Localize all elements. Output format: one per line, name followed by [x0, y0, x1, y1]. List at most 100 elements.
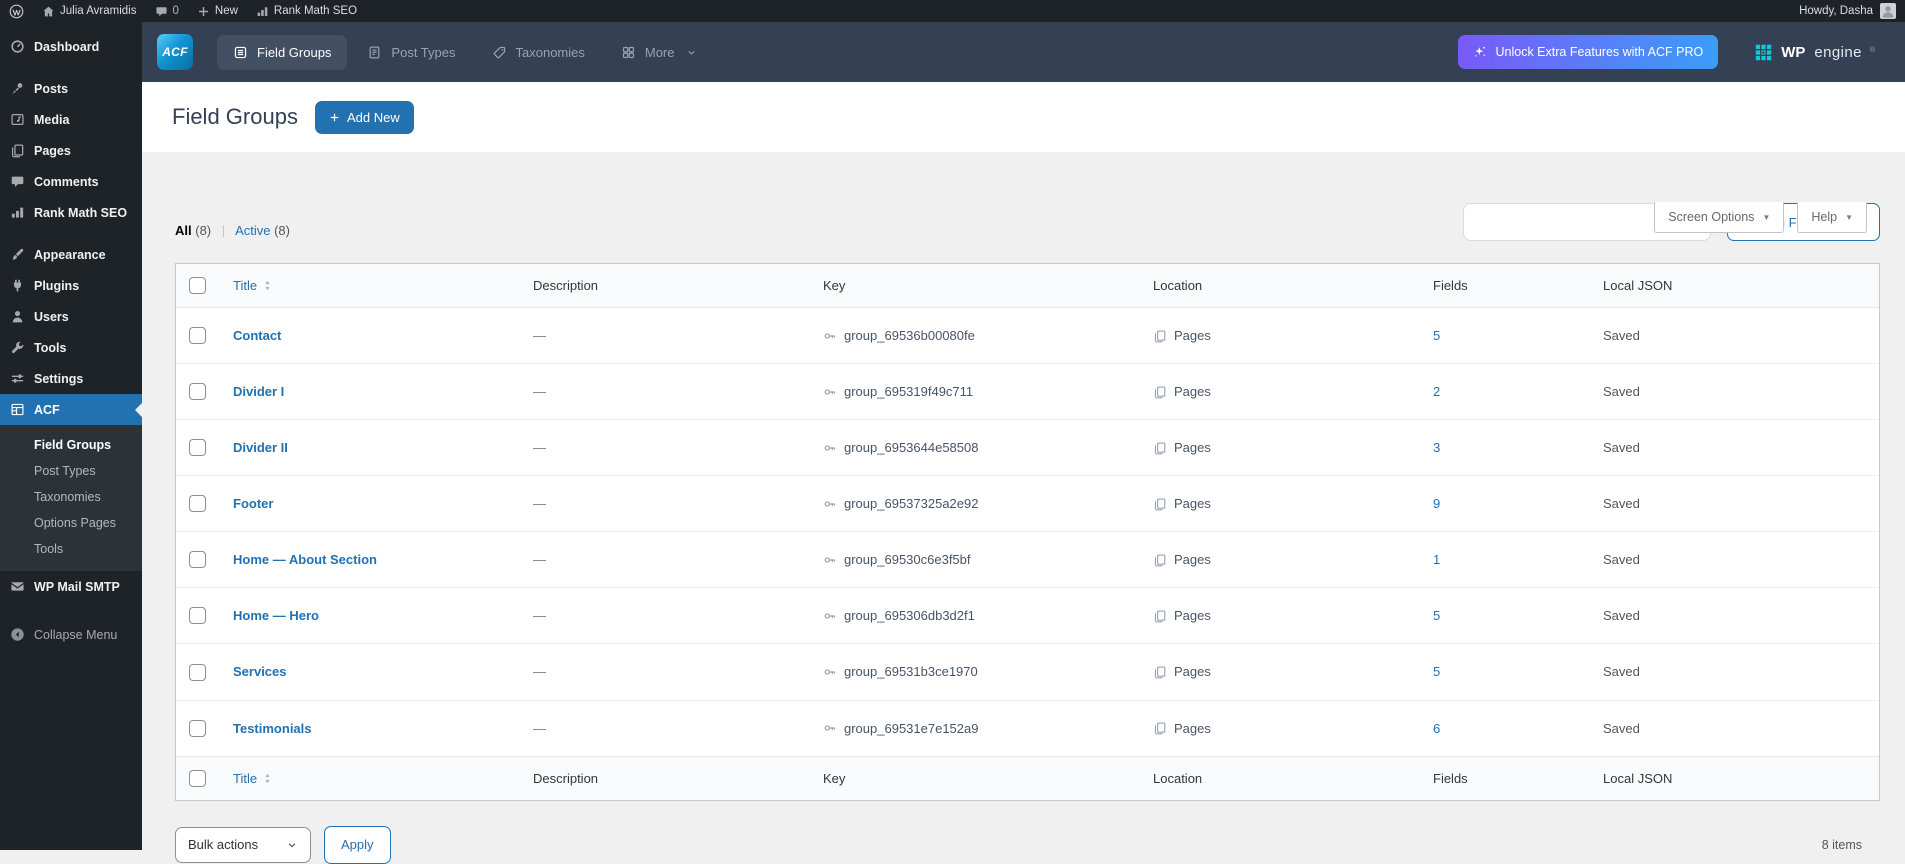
field-groups-table: TitleDescriptionKeyLocationFieldsLocal J…: [175, 263, 1880, 801]
sidebar-item-plugins[interactable]: Plugins: [0, 270, 142, 301]
comment-bubble-icon: [155, 5, 168, 18]
sidebar-item-rank-math-seo[interactable]: Rank Math SEO: [0, 197, 142, 228]
my-account-link[interactable]: Howdy, Dasha: [1790, 0, 1905, 22]
unlock-acf-pro-button[interactable]: Unlock Extra Features with ACF PRO: [1458, 35, 1719, 69]
sidebar-item-appearance[interactable]: Appearance: [0, 239, 142, 270]
bulk-actions-select[interactable]: Bulk actions: [175, 827, 311, 863]
column-header-local-json: Local JSON: [1593, 264, 1879, 308]
row-checkbox[interactable]: [189, 551, 206, 568]
sidebar-item-collapse-menu[interactable]: Collapse Menu: [0, 619, 142, 650]
table-row-contact: Contact—group_69536b00080fePages5Saved: [176, 308, 1879, 364]
select-all-checkbox[interactable]: [189, 277, 206, 294]
field-group-title-link[interactable]: Divider I: [233, 384, 284, 399]
fields-count-link[interactable]: 3: [1433, 440, 1440, 455]
chevron-down-icon: [686, 47, 697, 58]
row-checkbox[interactable]: [189, 439, 206, 456]
acf-submenu-item-taxonomies[interactable]: Taxonomies: [0, 484, 142, 510]
field-group-title-link[interactable]: Testimonials: [233, 721, 312, 736]
screen-options-button[interactable]: Screen Options ▼: [1654, 202, 1784, 233]
acf-submenu-item-options-pages[interactable]: Options Pages: [0, 510, 142, 536]
sort-by-title[interactable]: Title: [233, 278, 274, 293]
caret-down-icon: ▼: [1762, 213, 1770, 222]
key-icon: [823, 665, 837, 679]
add-new-button[interactable]: Add New: [315, 101, 414, 134]
row-checkbox[interactable]: [189, 495, 206, 512]
field-group-title-link[interactable]: Divider II: [233, 440, 288, 455]
key-icon: [823, 385, 837, 399]
sidebar-item-settings[interactable]: Settings: [0, 363, 142, 394]
help-button[interactable]: Help ▼: [1797, 202, 1867, 233]
site-name-link[interactable]: Julia Avramidis: [33, 0, 146, 22]
acf-tab-more[interactable]: More: [605, 35, 713, 70]
acf-submenu-item-tools[interactable]: Tools: [0, 536, 142, 562]
pages-icon: [1153, 441, 1167, 455]
sidebar-item-pages[interactable]: Pages: [0, 135, 142, 166]
sidebar-item-posts[interactable]: Posts: [0, 73, 142, 104]
new-content-link[interactable]: New: [188, 0, 247, 22]
location-value: Pages: [1174, 328, 1211, 343]
submenu-item-label: Options Pages: [34, 516, 116, 530]
field-group-title-link[interactable]: Services: [233, 664, 287, 679]
sidebar-item-dashboard[interactable]: Dashboard: [0, 31, 142, 62]
plugins-icon: [10, 278, 25, 293]
rank-math-link[interactable]: Rank Math SEO: [247, 0, 366, 22]
sidebar-item-wp-mail-smtp[interactable]: WP Mail SMTP: [0, 571, 142, 602]
row-checkbox[interactable]: [189, 664, 206, 681]
field-group-title-link[interactable]: Contact: [233, 328, 281, 343]
apply-button[interactable]: Apply: [324, 826, 391, 864]
submenu-item-label: Field Groups: [34, 438, 111, 452]
field-group-title-link[interactable]: Footer: [233, 496, 273, 511]
users-icon: [10, 309, 25, 324]
screen-options-label: Screen Options: [1668, 210, 1754, 224]
acf-tab-post-types[interactable]: Post Types: [351, 35, 471, 70]
fields-count-link[interactable]: 5: [1433, 328, 1440, 343]
chevron-down-icon: [286, 839, 298, 851]
filter-active[interactable]: Active (8): [235, 223, 290, 238]
row-checkbox[interactable]: [189, 607, 206, 624]
column-header-key: Key: [813, 756, 1143, 800]
row-checkbox[interactable]: [189, 383, 206, 400]
row-checkbox[interactable]: [189, 720, 206, 737]
fields-count-link[interactable]: 5: [1433, 608, 1440, 623]
screen-meta-links: Screen Options ▼ Help ▼: [1654, 202, 1867, 233]
sidebar-item-label: Dashboard: [34, 40, 99, 54]
site-name: Julia Avramidis: [60, 5, 137, 17]
acf-tab-field-groups[interactable]: Field Groups: [217, 35, 347, 70]
table-row-footer: Footer—group_69537325a2e92Pages9Saved: [176, 476, 1879, 532]
acf-tab-taxonomies[interactable]: Taxonomies: [476, 35, 601, 70]
comments-link[interactable]: 0: [146, 0, 188, 22]
group-key: group_69536b00080fe: [844, 328, 975, 343]
fields-count-link[interactable]: 2: [1433, 384, 1440, 399]
key-icon: [823, 609, 837, 623]
page-title: Field Groups: [172, 104, 298, 130]
fields-count-link[interactable]: 1: [1433, 552, 1440, 567]
local-json-status: Saved: [1603, 496, 1640, 511]
sidebar-item-comments[interactable]: Comments: [0, 166, 142, 197]
wp-engine-engine-text: engine: [1814, 44, 1861, 61]
select-all-checkbox[interactable]: [189, 770, 206, 787]
acf-submenu-item-post-types[interactable]: Post Types: [0, 458, 142, 484]
fields-count-link[interactable]: 9: [1433, 496, 1440, 511]
local-json-status: Saved: [1603, 664, 1640, 679]
fields-count-link[interactable]: 5: [1433, 664, 1440, 679]
local-json-status: Saved: [1603, 440, 1640, 455]
sidebar-item-tools[interactable]: Tools: [0, 332, 142, 363]
field-group-title-link[interactable]: Home — About Section: [233, 552, 377, 567]
sort-icon: [261, 772, 274, 785]
group-key: group_69531e7e152a9: [844, 721, 978, 736]
sidebar-item-media[interactable]: Media: [0, 104, 142, 135]
dashboard-icon: [10, 39, 25, 54]
row-checkbox[interactable]: [189, 327, 206, 344]
local-json-status: Saved: [1603, 721, 1640, 736]
sidebar-item-label: Settings: [34, 372, 83, 386]
sort-by-title[interactable]: Title: [233, 771, 274, 786]
list-icon: [233, 45, 248, 60]
sidebar-item-acf[interactable]: ACF: [0, 394, 142, 425]
wp-logo-menu[interactable]: [0, 0, 33, 22]
acf-submenu-item-field-groups[interactable]: Field Groups: [0, 432, 142, 458]
filter-all[interactable]: All (8): [175, 223, 211, 238]
sidebar-item-users[interactable]: Users: [0, 301, 142, 332]
fields-count-link[interactable]: 6: [1433, 721, 1440, 736]
comments-icon: [10, 174, 25, 189]
field-group-title-link[interactable]: Home — Hero: [233, 608, 319, 623]
